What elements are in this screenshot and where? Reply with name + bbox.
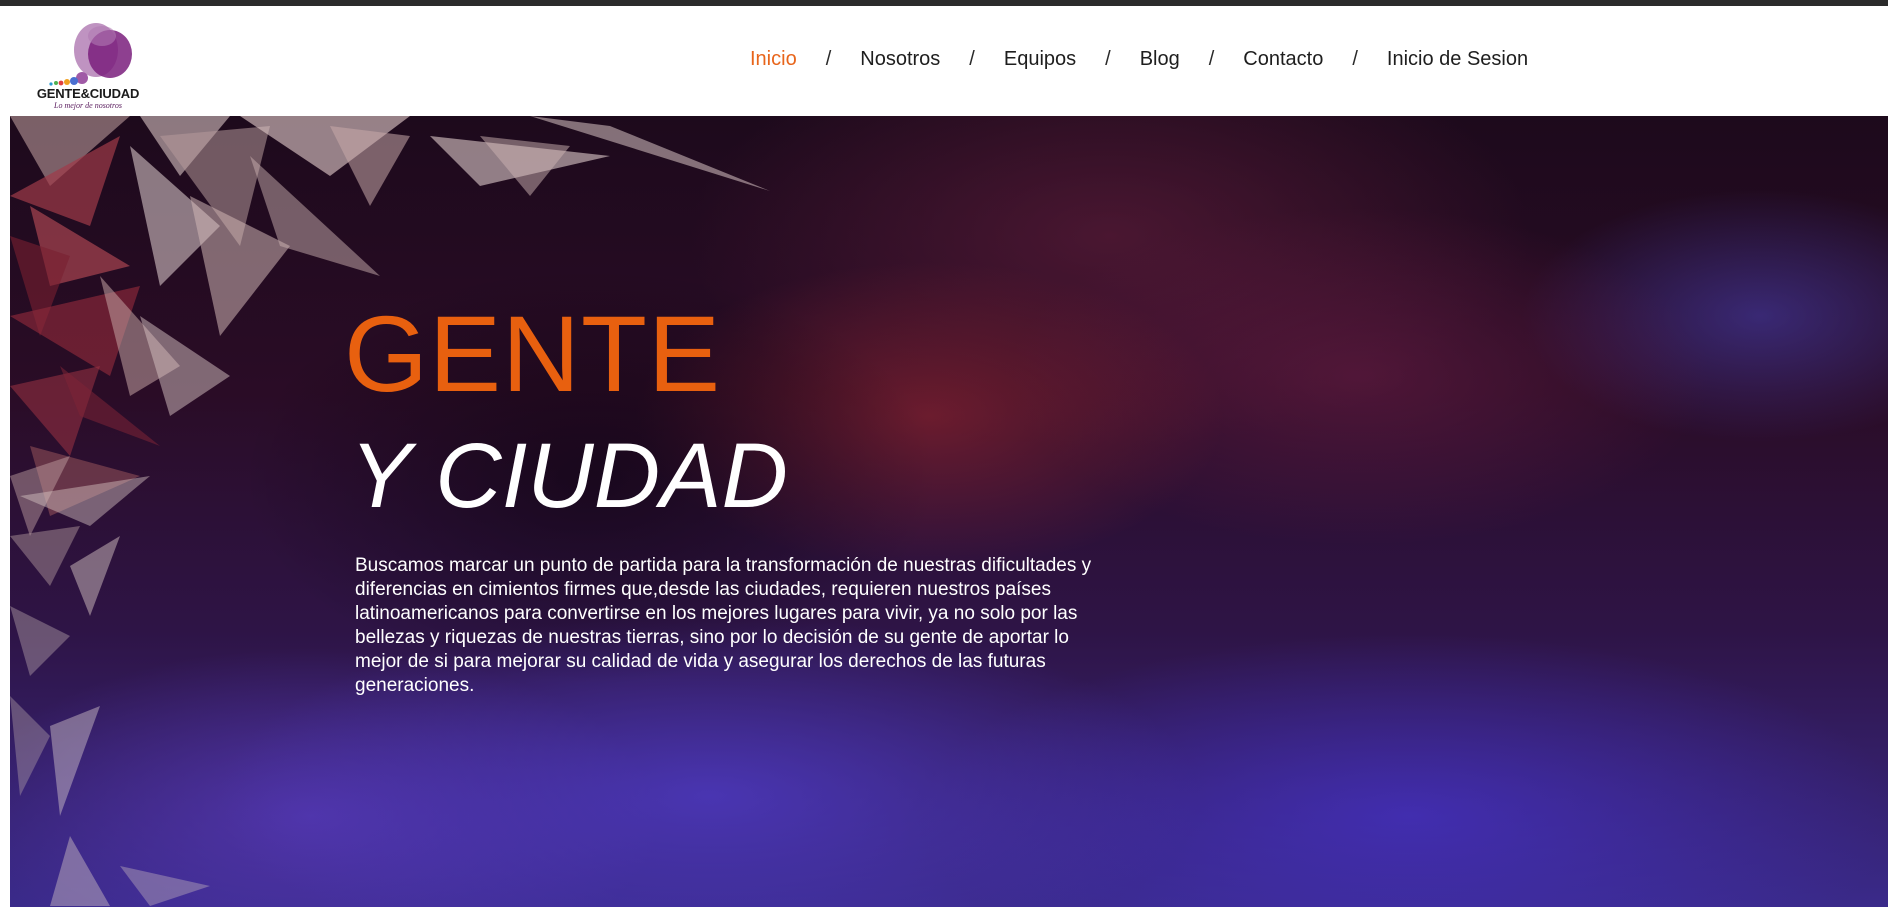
logo-name: GENTE&CIUDAD [36,86,140,101]
hero-description: Buscamos marcar un punto de partida para… [355,555,1092,696]
nav-separator: / [969,47,975,70]
site-logo[interactable]: GENTE&CIUDAD Lo mejor de nosotros [18,20,158,112]
hero-section: GENTE Y CIUDAD Buscamos marcar un punto … [10,116,1888,907]
nav-separator: / [825,47,832,70]
nav-separator: / [1105,47,1111,70]
nav-item-inicio[interactable]: Inicio [750,48,797,71]
nav-separator: / [1352,47,1358,70]
nav-item-inicio-de-sesion[interactable]: Inicio de Sesion [1387,48,1528,71]
hero-title-y-ciudad: Y CIUDAD [350,425,788,527]
nav-item-equipos[interactable]: Equipos [1004,48,1076,71]
main-nav: Inicio / Nosotros / Equipos / Blog / Con… [750,44,1528,74]
page-left-edge [0,6,10,907]
logo-tagline: Lo mejor de nosotros [54,101,122,110]
logo-graphic [49,23,132,86]
nav-separator: / [1208,47,1215,70]
hero-title-gente: GENTE [344,293,722,414]
nav-item-blog[interactable]: Blog [1140,48,1180,71]
nav-item-contacto[interactable]: Contacto [1243,48,1323,71]
site-header: GENTE&CIUDAD Lo mejor de nosotros Inicio… [10,6,1888,116]
nav-item-nosotros[interactable]: Nosotros [860,48,940,71]
